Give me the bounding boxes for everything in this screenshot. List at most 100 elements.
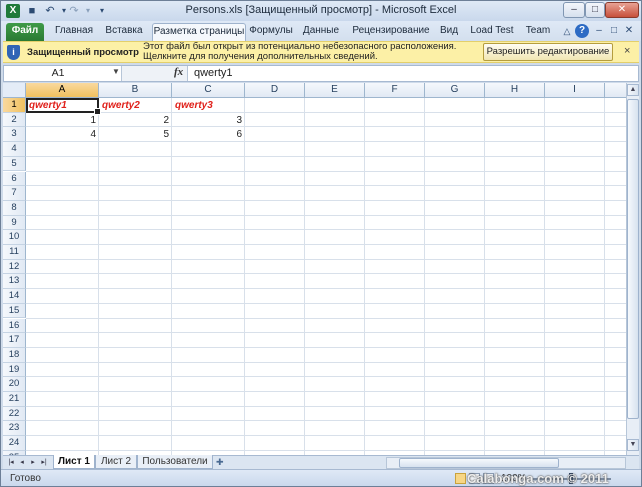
last-sheet-icon[interactable]: ▸|	[39, 457, 49, 468]
row-header-10[interactable]: 10	[3, 230, 26, 245]
sheet-tab-list2[interactable]: Лист 2	[95, 455, 137, 469]
tab-review[interactable]: Рецензирование	[351, 23, 431, 41]
row-header-12[interactable]: 12	[3, 259, 26, 275]
redo-icon[interactable]: ↷	[67, 4, 81, 18]
horizontal-scrollbar[interactable]	[386, 457, 626, 469]
tab-insert[interactable]: Вставка	[101, 23, 147, 41]
function-area: fx	[122, 66, 188, 81]
vertical-scroll-thumb[interactable]	[627, 99, 639, 419]
name-box[interactable]: A1 ▼	[4, 66, 122, 81]
workbook-minimize-icon[interactable]: –	[592, 24, 606, 38]
tab-formulas[interactable]: Формулы	[249, 23, 293, 41]
redo-dropdown-icon[interactable]: ▾	[81, 4, 95, 18]
cell-c2[interactable]: 3	[172, 113, 245, 128]
ribbon-tab-bar: Файл Главная Вставка Разметка страницы Ф…	[1, 21, 641, 41]
tab-file[interactable]: Файл	[6, 23, 44, 41]
window-title: Persons.xls [Защищенный просмотр] - Micr…	[185, 4, 457, 16]
column-header-b[interactable]: B	[99, 83, 172, 98]
formula-input[interactable]: qwerty1	[194, 67, 233, 79]
collapse-ribbon-icon[interactable]: △	[560, 24, 574, 38]
normal-view-icon[interactable]	[455, 473, 466, 484]
enable-editing-button[interactable]: Разрешить редактирование	[483, 43, 613, 61]
column-header-c[interactable]: C	[172, 83, 245, 98]
row-header-22[interactable]: 22	[3, 406, 26, 422]
column-header-i[interactable]: I	[545, 83, 605, 98]
first-sheet-icon[interactable]: |◂	[6, 457, 16, 468]
tab-page-layout[interactable]: Разметка страницы	[152, 23, 246, 41]
cell-b3[interactable]: 5	[99, 127, 172, 142]
tab-data[interactable]: Данные	[299, 23, 343, 41]
row-header-4[interactable]: 4	[3, 142, 26, 157]
column-header-j[interactable]: J	[605, 83, 626, 98]
horizontal-scroll-thumb[interactable]	[399, 458, 559, 468]
column-header-a[interactable]: A	[26, 83, 99, 98]
column-header-g[interactable]: G	[425, 83, 485, 98]
row-header-11[interactable]: 11	[3, 245, 26, 260]
cell-b1[interactable]: qwerty2	[99, 98, 172, 113]
sheet-tab-list1[interactable]: Лист 1	[53, 455, 95, 469]
row-header-15[interactable]: 15	[3, 303, 26, 319]
tab-team[interactable]: Team	[523, 23, 553, 41]
gridline	[26, 185, 626, 187]
help-icon[interactable]: ?	[575, 24, 589, 38]
row-header-7[interactable]: 7	[3, 186, 26, 201]
title-bar: X ■ ↶ ▾ ↷ ▾ ▾ Persons.xls [Защищенный пр…	[1, 1, 641, 21]
prev-sheet-icon[interactable]: ◂	[17, 457, 27, 468]
tab-home[interactable]: Главная	[51, 23, 97, 41]
row-header-1[interactable]: 1	[3, 98, 26, 113]
gridline	[26, 199, 626, 201]
scroll-down-icon[interactable]: ▼	[627, 439, 639, 451]
workbook-restore-icon[interactable]: □	[607, 24, 621, 38]
row-header-23[interactable]: 23	[3, 421, 26, 437]
row-header-18[interactable]: 18	[3, 347, 26, 363]
row-header-5[interactable]: 5	[3, 156, 26, 172]
customize-qat-icon[interactable]: ▾	[95, 4, 109, 18]
row-header-19[interactable]: 19	[3, 362, 26, 378]
next-sheet-icon[interactable]: ▸	[28, 457, 38, 468]
cell-c1[interactable]: qwerty3	[172, 98, 245, 113]
row-header-20[interactable]: 20	[3, 377, 26, 392]
row-header-24[interactable]: 24	[3, 436, 26, 451]
column-header-f[interactable]: F	[365, 83, 425, 98]
row-header-13[interactable]: 13	[3, 274, 26, 290]
column-header-h[interactable]: H	[485, 83, 545, 98]
insert-sheet-icon[interactable]: ✚	[216, 457, 228, 468]
tab-load-test[interactable]: Load Test	[469, 23, 515, 41]
excel-app-icon[interactable]: X	[6, 4, 20, 18]
gridline	[304, 98, 305, 455]
row-header-17[interactable]: 17	[3, 333, 26, 348]
close-icon[interactable]: ×	[624, 45, 630, 57]
vertical-scrollbar[interactable]: ▲ ▼	[626, 83, 639, 455]
cell-b2[interactable]: 2	[99, 113, 172, 128]
save-icon[interactable]: ■	[25, 4, 39, 18]
row-header-3[interactable]: 3	[3, 127, 26, 143]
row-header-2[interactable]: 2	[3, 112, 26, 128]
row-header-16[interactable]: 16	[3, 318, 26, 334]
workbook-close-icon[interactable]: ✕	[622, 24, 636, 38]
row-header-6[interactable]: 6	[3, 171, 26, 187]
maximize-button[interactable]: □	[585, 2, 605, 18]
gridline	[26, 302, 626, 304]
cell-a3[interactable]: 4	[26, 127, 99, 142]
row-header-21[interactable]: 21	[3, 392, 26, 407]
column-header-d[interactable]: D	[245, 83, 305, 98]
gridline	[26, 420, 626, 422]
select-all-corner[interactable]	[3, 83, 26, 98]
cell-c3[interactable]: 6	[172, 127, 245, 142]
close-button[interactable]: ✕	[605, 2, 639, 18]
watermark: Calabonga.com © 2011	[467, 471, 609, 486]
row-header-14[interactable]: 14	[3, 289, 26, 304]
column-header-e[interactable]: E	[305, 83, 365, 98]
row-header-9[interactable]: 9	[3, 215, 26, 231]
chevron-down-icon[interactable]: ▼	[112, 67, 120, 76]
worksheet-grid[interactable]: ABCDEFGHIJK12345678910111213141516171819…	[3, 83, 626, 455]
insert-function-icon[interactable]: fx	[174, 66, 183, 78]
sheet-tab-users[interactable]: Пользователи	[137, 455, 213, 469]
protected-view-message[interactable]: Этот файл был открыт из потенциально неб…	[143, 42, 473, 62]
scroll-up-icon[interactable]: ▲	[627, 84, 639, 96]
minimize-button[interactable]: –	[563, 2, 585, 18]
tab-view[interactable]: Вид	[437, 23, 461, 41]
undo-icon[interactable]: ↶	[43, 4, 57, 18]
cell-a2[interactable]: 1	[26, 113, 99, 128]
row-header-8[interactable]: 8	[3, 200, 26, 216]
